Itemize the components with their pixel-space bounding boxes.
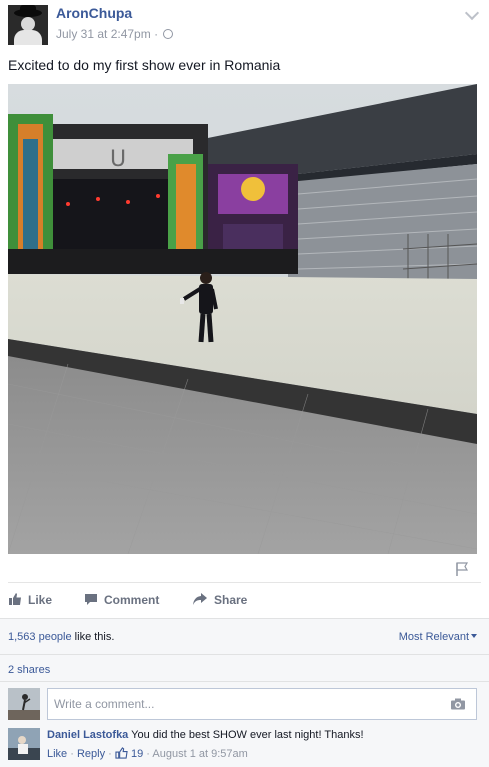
current-user-avatar [8,688,40,720]
like-button[interactable]: Like [8,590,52,610]
stage-sign: U [110,147,126,172]
meta-separator: · [108,748,112,760]
caret-down-icon [471,634,477,638]
camera-icon[interactable] [450,698,466,713]
post-text: Excited to do my first show ever in Roma… [8,57,281,73]
comment-reply-link[interactable]: Reply [77,748,105,760]
comment-timestamp[interactable]: August 1 at 9:57am [152,748,247,760]
post-meta: July 31 at 2:47pm · [56,27,174,41]
divider [0,654,489,655]
comment-composer[interactable] [47,688,477,720]
photo-illustration: U [8,84,477,554]
comment-button[interactable]: Comment [84,590,159,610]
flag-icon[interactable] [455,562,469,579]
shares-link[interactable]: 2 shares [8,664,50,676]
globe-icon[interactable] [163,29,174,39]
post-timestamp[interactable]: July 31 at 2:47pm [56,27,151,41]
chevron-down-icon[interactable] [464,5,480,21]
like-label: Like [28,593,53,607]
comment-meta: Like · Reply · 19 · August 1 at 9:57am [47,747,248,762]
avatar-hat-brim [14,9,42,17]
divider [0,681,489,682]
like-icon [8,592,22,609]
author-avatar[interactable] [8,5,48,45]
share-icon [192,592,208,609]
author-name[interactable]: AronChupa [56,5,132,21]
comment-input[interactable] [48,689,428,719]
feedback-section: 1,563 people like this. Most Relevant 2 … [0,618,489,767]
likes-suffix: like this. [71,631,115,643]
comment-like-count[interactable]: 19 [131,748,143,760]
comment-label: Comment [104,593,160,607]
share-label: Share [214,593,248,607]
sort-dropdown[interactable]: Most Relevant [399,631,477,643]
commenter-avatar[interactable] [8,728,40,760]
commenter-name[interactable]: Daniel Lastofka [47,729,128,741]
avatar-face [21,17,35,31]
meta-separator: · [70,748,74,760]
comment-body: Daniel Lastofka You did the best SHOW ev… [47,729,364,741]
share-button[interactable]: Share [192,590,247,610]
post-actions: Like Comment Share [8,590,468,610]
likes-summary: 1,563 people like this. [8,631,114,643]
divider [8,582,481,583]
post-header: AronChupa July 31 at 2:47pm · [0,0,489,50]
comment-text: You did the best SHOW ever last night! T… [131,729,364,741]
meta-separator: · [146,748,150,760]
sort-label: Most Relevant [398,631,469,643]
thumb-up-icon[interactable] [115,747,128,762]
meta-separator: · [154,27,159,41]
likes-count-link[interactable]: 1,563 people [8,631,72,643]
avatar-body [14,30,42,45]
post-photo[interactable]: U [8,84,477,554]
comment-like-link[interactable]: Like [47,748,67,760]
comment-icon [84,592,98,609]
